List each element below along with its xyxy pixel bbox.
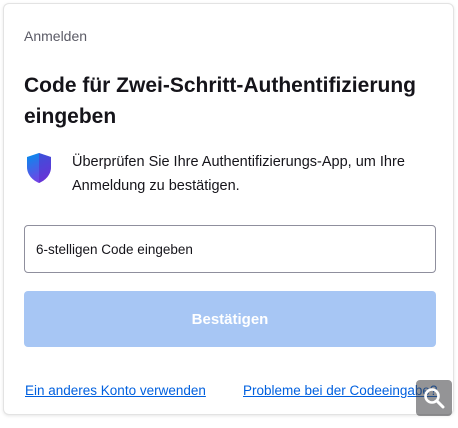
confirm-button[interactable]: Bestätigen: [24, 291, 436, 347]
header-label: Anmelden: [24, 28, 88, 44]
code-input[interactable]: [24, 225, 436, 273]
code-problems-link[interactable]: Probleme bei der Codeeingabe?: [243, 383, 443, 398]
zoom-button[interactable]: [416, 380, 452, 416]
use-other-account-link[interactable]: Ein anderes Konto verwenden: [25, 383, 206, 398]
magnifier-icon: [424, 388, 445, 409]
shield-icon: [27, 153, 51, 183]
page-title: Code für Zwei-Schritt-Authentifizierung …: [24, 74, 416, 128]
two-step-auth-card: Anmelden Code für Zwei-Schritt-Authentif…: [3, 3, 454, 415]
info-row: Überprüfen Sie Ihre Authentifizierungs-A…: [26, 150, 446, 198]
info-text: Überprüfen Sie Ihre Authentifizierungs-A…: [72, 154, 405, 194]
